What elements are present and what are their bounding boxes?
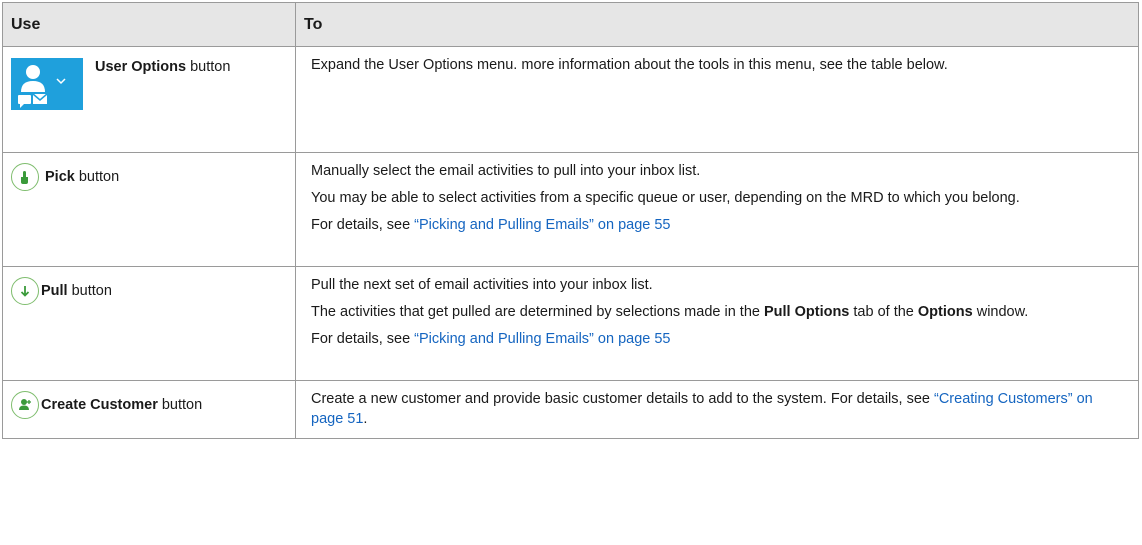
text-fragment: window.	[972, 304, 1029, 320]
create-customer-icon	[11, 391, 39, 419]
text-fragment: .	[363, 411, 368, 427]
picking-pulling-link[interactable]: “Picking and Pulling Emails” on page 55	[414, 217, 670, 233]
picking-pulling-link[interactable]: “Picking and Pulling Emails” on page 55	[414, 331, 670, 347]
button-suffix: button	[157, 397, 203, 413]
pick-hand-icon	[11, 163, 39, 191]
text-fragment: The activities that get pulled are deter…	[311, 304, 764, 320]
pick-label: Pick	[45, 169, 75, 185]
options-term: Options	[917, 304, 973, 320]
use-column-header: Use	[2, 2, 296, 47]
description-text: Expand the User Options menu. more infor…	[311, 57, 948, 73]
reference-table: Use To User Options button Expand the Us…	[2, 2, 1139, 439]
user-options-icon	[11, 58, 83, 110]
description-text: Pull the next set of email activities in…	[311, 277, 653, 293]
to-cell: Create a new customer and provide basic …	[295, 380, 1139, 439]
to-cell: Pull the next set of email activities in…	[295, 266, 1139, 381]
table-row: Pull button Pull the next set of email a…	[2, 266, 1139, 381]
create-customer-label: Create Customer	[41, 397, 158, 413]
to-cell: Expand the User Options menu. more infor…	[295, 46, 1139, 153]
header-row: Use To	[2, 2, 1139, 47]
pull-label: Pull	[41, 283, 68, 299]
description-text: Create a new customer and provide basic …	[311, 389, 1126, 429]
button-suffix: button	[67, 283, 112, 299]
description-text: You may be able to select activities fro…	[311, 190, 1020, 206]
text-fragment: tab of the	[849, 304, 918, 320]
use-cell: Create Customer button	[2, 380, 296, 439]
details-prefix: For details, see	[311, 217, 415, 233]
use-cell: User Options button	[2, 46, 296, 153]
button-suffix: button	[186, 59, 231, 75]
to-cell: Manually select the email activities to …	[295, 152, 1139, 267]
table-row: Pick button Manually select the email ac…	[2, 152, 1139, 267]
button-suffix: button	[74, 169, 120, 185]
use-cell: Pull button	[2, 266, 296, 381]
details-line: For details, see “Picking and Pulling Em…	[311, 329, 1126, 349]
use-cell: Pick button	[2, 152, 296, 267]
to-column-header: To	[295, 2, 1139, 47]
description-text: Manually select the email activities to …	[311, 163, 701, 179]
table-row: Create Customer button Create a new cust…	[2, 380, 1139, 439]
pull-arrow-icon	[11, 277, 39, 305]
user-options-label: User Options	[95, 59, 187, 75]
table-row: User Options button Expand the User Opti…	[2, 46, 1139, 153]
description-text: The activities that get pulled are deter…	[311, 302, 1126, 322]
text-fragment: Create a new customer and provide basic …	[311, 391, 934, 407]
details-prefix: For details, see	[311, 331, 415, 347]
details-line: For details, see “Picking and Pulling Em…	[311, 215, 1126, 235]
pull-options-term: Pull Options	[763, 304, 850, 320]
